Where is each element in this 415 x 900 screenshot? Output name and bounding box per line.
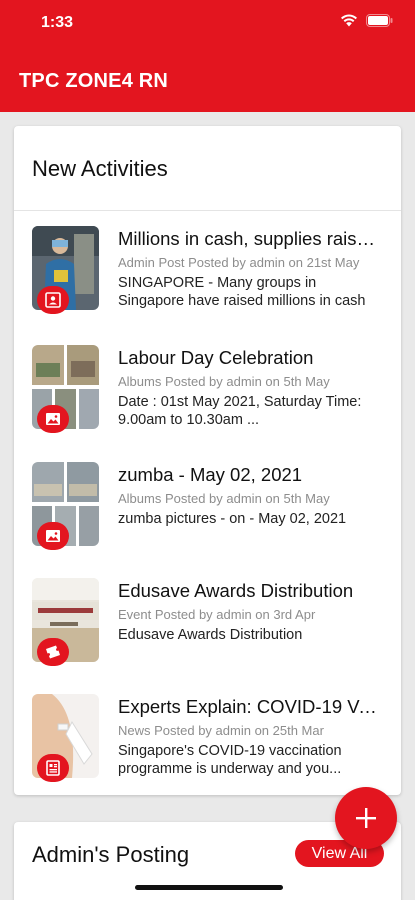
battery-icon — [366, 14, 393, 27]
person-card-icon — [37, 286, 69, 314]
activity-item[interactable]: zumba - May 02, 2021 Albums Posted by ad… — [14, 462, 401, 562]
section-title: New Activities — [32, 156, 168, 181]
activity-meta: News Posted by admin on 25th Mar — [118, 723, 324, 738]
app-header: 1:33 TPC ZONE4 RN — [0, 0, 415, 112]
activity-meta: Event Posted by admin on 3rd Apr — [118, 607, 316, 622]
image-icon — [37, 405, 69, 433]
activity-description: Singapore's COVID-19 vaccination program… — [118, 743, 342, 777]
divider — [14, 210, 401, 211]
activity-meta: Admin Post Posted by admin on 21st May — [118, 255, 360, 270]
status-time: 1:33 — [41, 14, 74, 31]
home-indicator — [135, 885, 283, 890]
plus-icon — [356, 808, 376, 828]
status-bar: 1:33 — [0, 0, 415, 44]
ticket-icon — [37, 638, 69, 666]
section-title: Admin's Posting — [32, 842, 190, 867]
activity-meta: Albums Posted by admin on 5th May — [118, 491, 330, 506]
add-button[interactable] — [335, 787, 397, 849]
activity-item[interactable]: Experts Explain: COVID-19 Vaccination Ne… — [14, 694, 401, 794]
activity-description: Edusave Awards Distribution — [118, 627, 303, 643]
activity-description: Date : 01st May 2021, Saturday Time: 9.0… — [118, 394, 362, 428]
activity-item[interactable]: Edusave Awards Distribution Event Posted… — [14, 578, 401, 678]
status-icons — [340, 14, 393, 27]
activity-title: zumba - May 02, 2021 — [118, 464, 303, 485]
activity-description: SINGAPORE - Many groups in Singapore hav… — [118, 275, 366, 309]
activity-title: Millions in cash, supplies raised for In… — [118, 228, 384, 249]
activity-title: Labour Day Celebration — [118, 347, 314, 368]
activity-meta: Albums Posted by admin on 5th May — [118, 374, 330, 389]
app-title: TPC ZONE4 RN — [19, 70, 169, 92]
news-icon — [37, 754, 69, 782]
new-activities-card: New Activities Millions in cash, supplie… — [14, 126, 401, 795]
activity-title: Edusave Awards Distribution — [118, 580, 354, 601]
activity-title: Experts Explain: COVID-19 Vaccination — [118, 696, 384, 717]
wifi-icon — [341, 14, 357, 27]
activity-item[interactable]: Labour Day Celebration Albums Posted by … — [14, 345, 401, 445]
image-icon — [37, 522, 69, 550]
activity-item[interactable]: Millions in cash, supplies raised for In… — [14, 226, 401, 326]
activity-description: zumba pictures - on - May 02, 2021 — [118, 511, 347, 527]
